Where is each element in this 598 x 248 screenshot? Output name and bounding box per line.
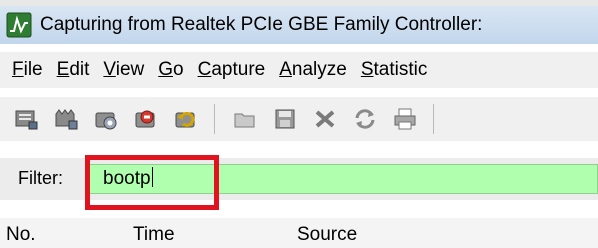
print-button[interactable] [391,105,419,133]
column-header-source[interactable]: Source [297,224,357,246]
save-file-icon [275,109,295,129]
menu-analyze[interactable]: Analyze [279,59,347,81]
toolbar-separator [433,104,434,134]
stop-capture-icon [135,110,155,128]
close-file-button[interactable] [311,105,339,133]
interface-list-icon [15,110,38,130]
menu-bar: File Edit View Go Capture Analyze Statis… [0,52,598,88]
menu-capture[interactable]: Capture [198,59,266,81]
text-cursor [151,167,153,187]
wireshark-app-icon [6,12,32,38]
window-title: Capturing from Realtek PCIe GBE Family C… [40,14,483,35]
capture-options-button[interactable] [52,105,80,133]
restart-capture-button[interactable] [172,105,200,133]
stop-capture-button[interactable] [132,105,160,133]
menu-statistics[interactable]: Statistic [361,59,428,81]
toolbar-separator [214,104,215,134]
reload-button[interactable] [351,105,379,133]
save-file-button[interactable] [271,105,299,133]
main-toolbar [0,97,598,141]
restart-capture-icon [175,111,195,128]
filter-text: bootp [103,168,151,189]
menu-file[interactable]: File [12,59,43,81]
capture-options-icon [55,109,78,130]
menu-edit[interactable]: Edit [57,59,90,81]
column-header-time[interactable]: Time [133,224,175,246]
packet-list-header: No. Time Source [0,218,598,248]
column-header-no[interactable]: No. [6,224,36,246]
reload-icon [355,109,375,129]
filter-toolbar: Filter: bootp [0,158,598,200]
start-capture-icon [95,112,117,130]
print-icon [394,108,416,130]
menu-go[interactable]: Go [158,59,183,81]
interface-list-button[interactable] [12,105,40,133]
close-file-icon [315,110,335,128]
filter-label: Filter: [18,168,63,188]
start-capture-button[interactable] [92,105,120,133]
open-file-button[interactable] [231,105,259,133]
open-file-icon [234,113,255,128]
title-bar: Capturing from Realtek PCIe GBE Family C… [0,6,598,44]
menu-view[interactable]: View [103,59,144,81]
display-filter-input[interactable]: bootp [88,164,598,194]
